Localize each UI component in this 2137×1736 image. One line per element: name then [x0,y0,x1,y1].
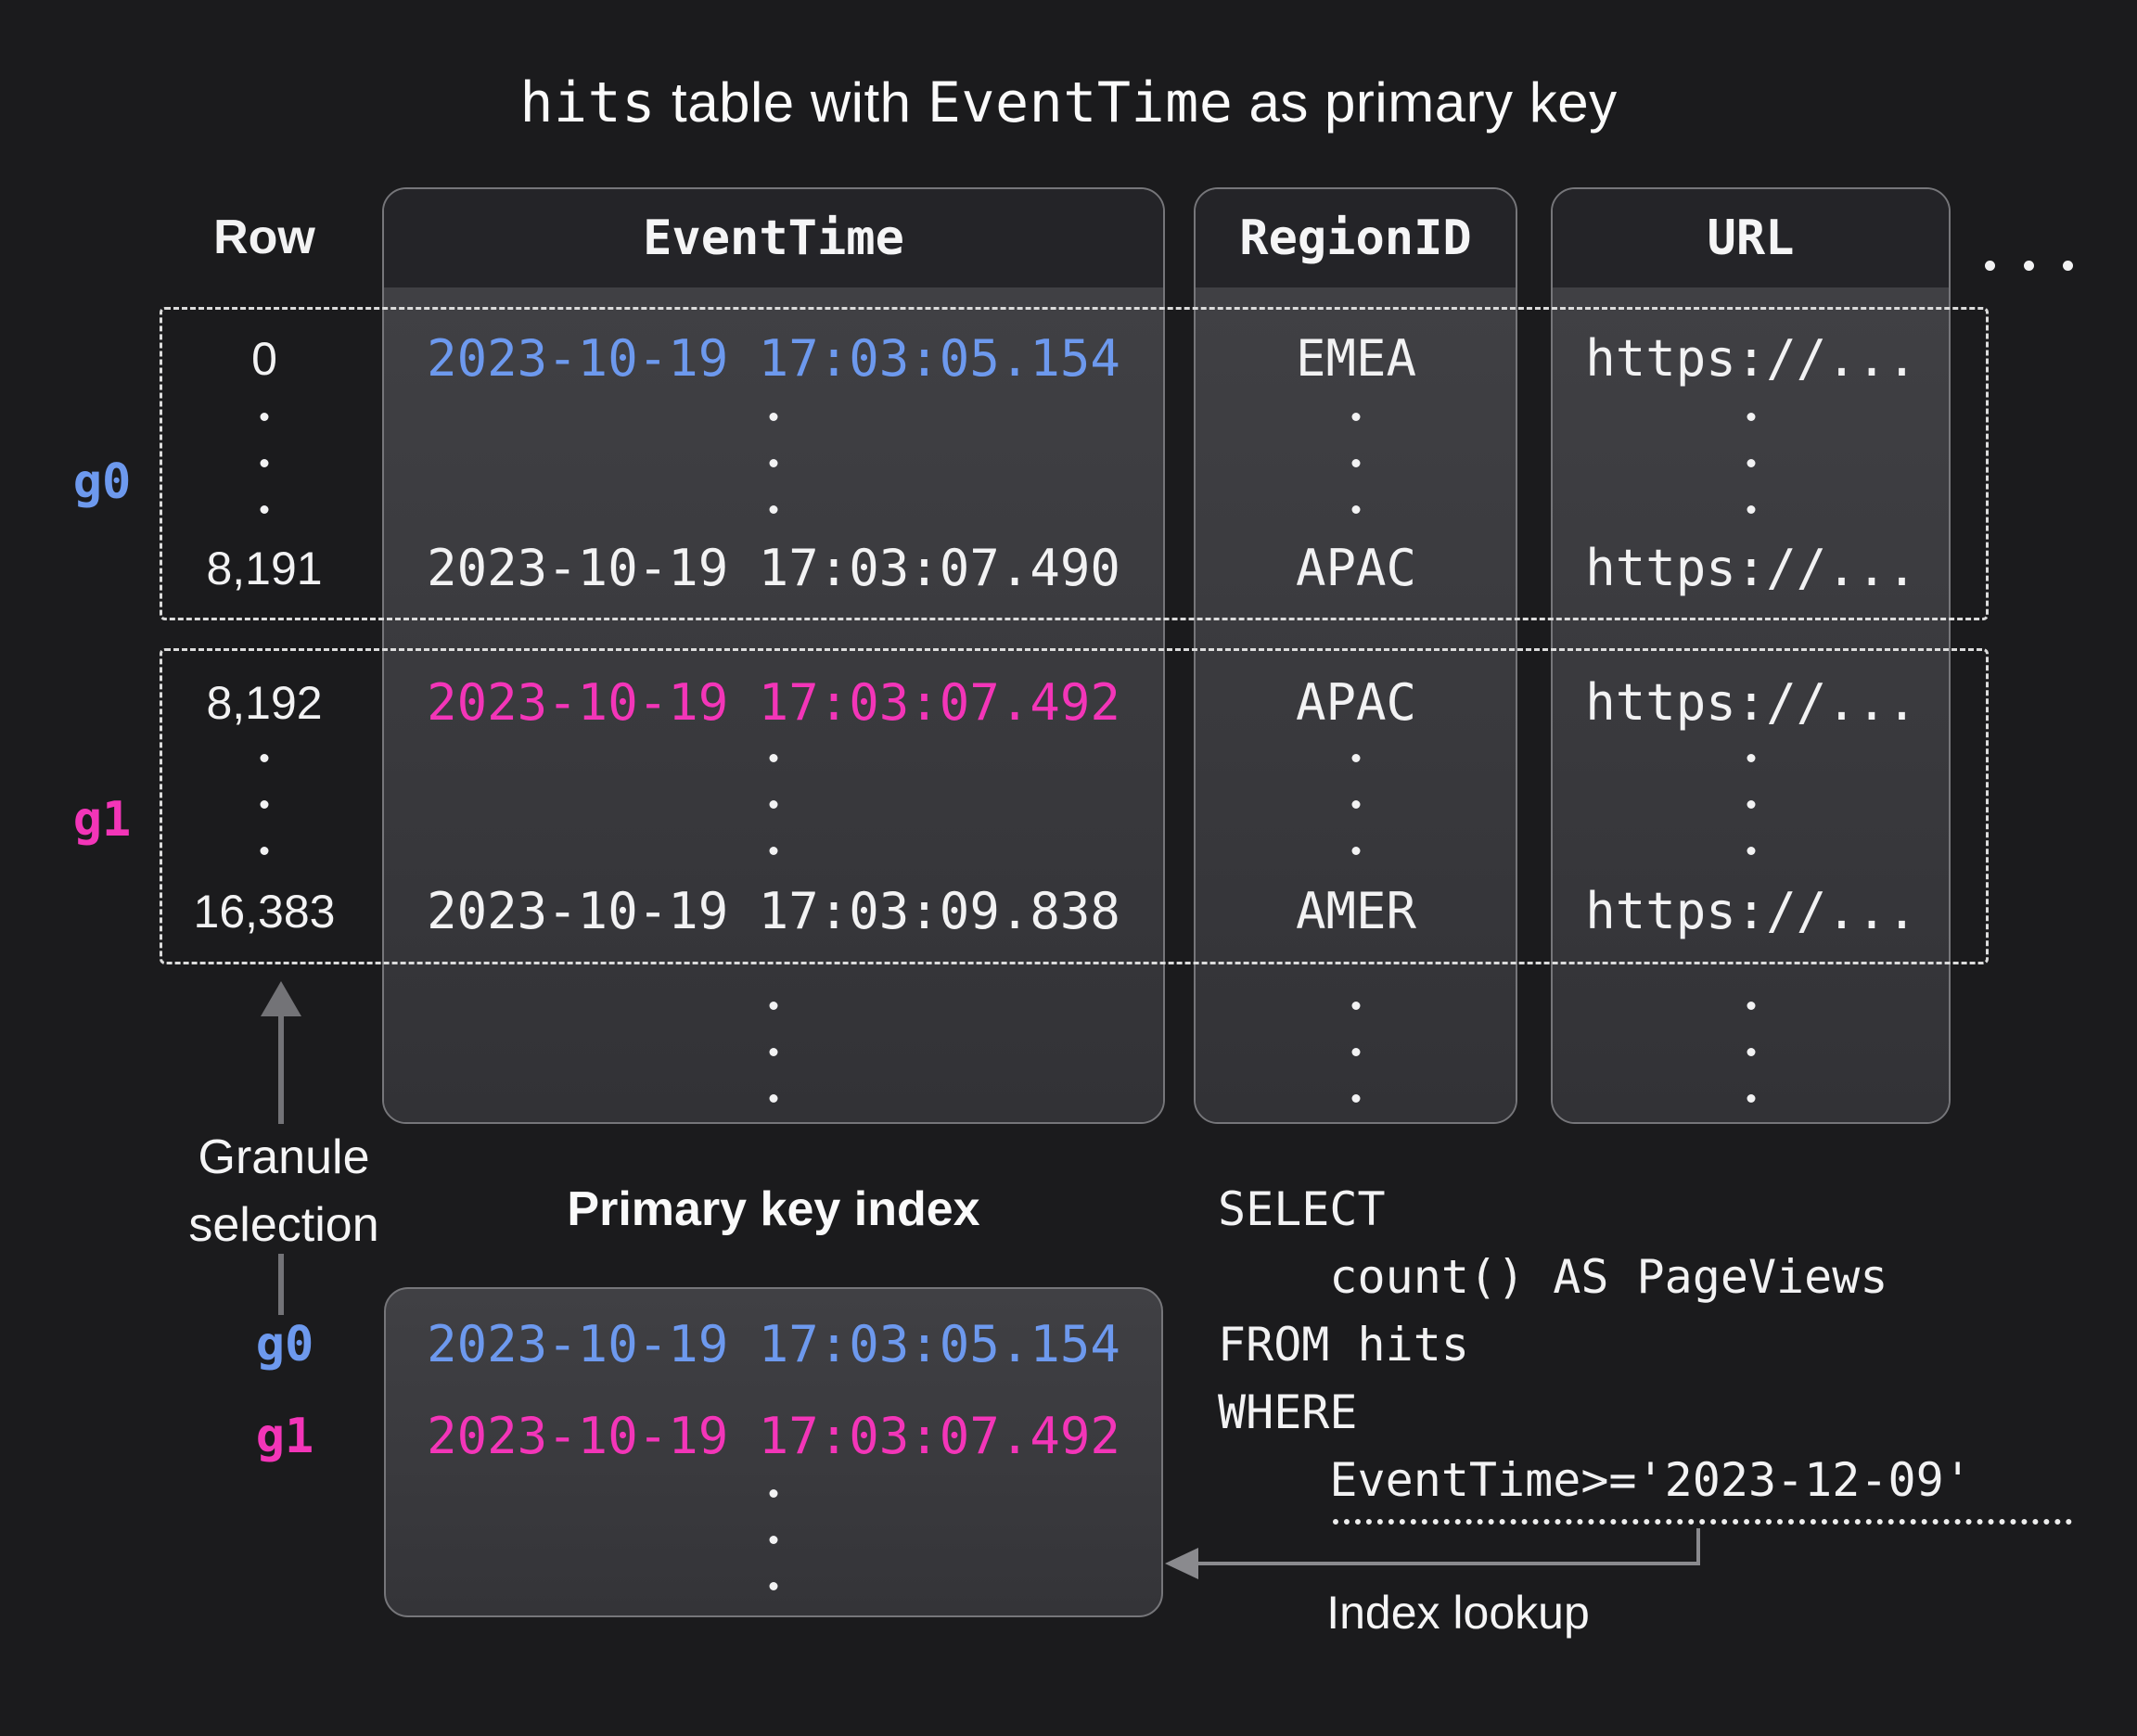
sql-line: EventTime>='2023-12-09' [1218,1447,1972,1514]
column-card-regionid: RegionID [1194,187,1517,1124]
index-lookup-label: Index lookup [1226,1586,1690,1640]
eventtime-value: 2023-10-19 17:03:07.492 [427,678,1120,728]
pk-entry-g0-label: g0 [256,1321,314,1369]
regionid-value: EMEA [1296,334,1416,384]
clickhouse-primary-key-diagram: hits table with EventTime as primary key… [0,0,2137,1736]
regionid-value: APAC [1296,543,1416,594]
sql-line: WHERE [1218,1379,1972,1447]
column-header-url: URL [1553,189,1949,287]
ellipsis-dot [2024,261,2034,271]
title-text-2: as primary key [1233,71,1617,134]
index-lookup-arrow-horizontal [1196,1562,1700,1565]
vertical-ellipsis-icon [1352,413,1361,514]
eventtime-value: 2023-10-19 17:03:05.154 [427,334,1120,384]
row-column-header: Row [213,213,315,262]
column-header-eventtime: EventTime [384,189,1163,287]
regionid-value: APAC [1296,678,1416,728]
sql-line: SELECT [1218,1176,1972,1244]
vertical-ellipsis-icon [1747,1002,1756,1103]
more-columns-ellipsis-icon [1985,261,2073,271]
pk-entry-g1-label: g1 [256,1412,314,1461]
column-card-url: URL [1551,187,1951,1124]
diagram-title: hits table with EventTime as primary key [0,70,2137,135]
row-index: 8,191 [206,545,322,592]
url-value: https://... [1585,678,1917,728]
vertical-ellipsis-icon [261,413,269,514]
vertical-ellipsis-icon [1352,1002,1361,1103]
sql-line: FROM hits [1218,1311,1972,1379]
ellipsis-dot [2063,261,2073,271]
vertical-ellipsis-icon [770,1489,778,1590]
granule-selection-arrow-shaft [278,1015,284,1124]
vertical-ellipsis-icon [1747,754,1756,855]
row-index: 0 [251,336,277,382]
vertical-ellipsis-icon [261,754,269,855]
where-condition-underline [1333,1519,2072,1525]
title-code-eventtime: EventTime [928,70,1234,135]
vertical-ellipsis-icon [1747,413,1756,514]
title-code-hits: hits [519,70,656,135]
column-header-regionid: RegionID [1196,189,1516,287]
sql-line: count() AS PageViews [1218,1244,1972,1311]
eventtime-value: 2023-10-19 17:03:07.490 [427,543,1120,594]
granule-selection-arrow-shaft [278,1254,284,1315]
column-card-eventtime: EventTime [382,187,1165,1124]
vertical-ellipsis-icon [770,413,778,514]
pk-entry-g1-value: 2023-10-19 17:03:07.492 [427,1411,1120,1462]
index-lookup-arrow-vertical [1696,1528,1700,1565]
granule-g0-label: g0 [73,458,132,506]
row-index: 16,383 [194,888,336,935]
ellipsis-dot [1985,261,1995,271]
index-lookup-arrow-icon [1165,1548,1198,1579]
primary-key-index-title: Primary key index [384,1181,1163,1237]
row-index: 8,192 [206,680,322,726]
pk-entry-g0-value: 2023-10-19 17:03:05.154 [427,1320,1120,1370]
title-text-1: table with [656,71,928,134]
vertical-ellipsis-icon [770,754,778,855]
url-value: https://... [1585,887,1917,937]
regionid-value: AMER [1296,887,1416,937]
vertical-ellipsis-icon [770,1002,778,1103]
sql-query-block: SELECT count() AS PageViews FROM hits WH… [1218,1176,1972,1514]
vertical-ellipsis-icon [1352,754,1361,855]
url-value: https://... [1585,334,1917,384]
eventtime-value: 2023-10-19 17:03:09.838 [427,887,1120,937]
url-value: https://... [1585,543,1917,594]
granule-g1-label: g1 [73,796,132,844]
granule-selection-arrow-icon [261,981,301,1016]
